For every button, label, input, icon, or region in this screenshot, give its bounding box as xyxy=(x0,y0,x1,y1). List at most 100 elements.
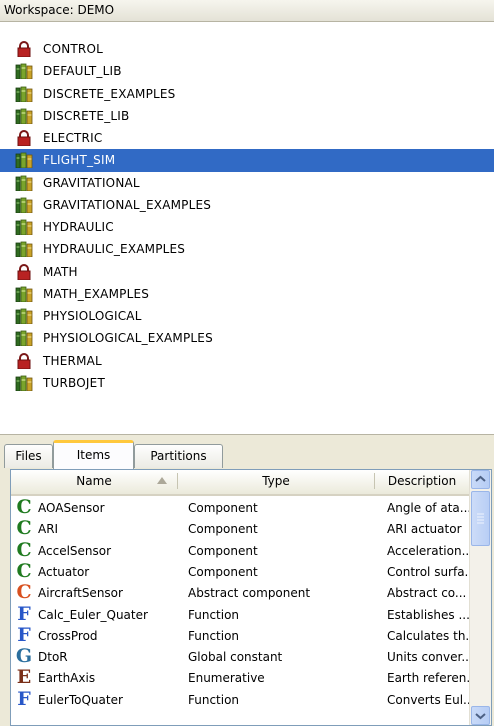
books-icon xyxy=(15,375,33,392)
library-item[interactable]: ELECTRIC xyxy=(0,127,494,149)
library-item-label: DISCRETE_EXAMPLES xyxy=(43,86,176,101)
component-icon: C xyxy=(16,559,32,582)
chevron-down-icon xyxy=(475,713,486,720)
tab-items[interactable]: Items xyxy=(53,440,134,470)
cell-name: Actuator xyxy=(38,564,90,579)
library-item[interactable]: GRAVITATIONAL xyxy=(0,172,494,194)
library-item-label: CONTROL xyxy=(43,42,103,56)
function-icon: F xyxy=(17,602,31,625)
cell-description: Earth referen... xyxy=(387,671,471,686)
library-item[interactable]: PHYSIOLOGICAL_EXAMPLES xyxy=(0,327,494,349)
library-item[interactable]: MATH_EXAMPLES xyxy=(0,283,494,305)
library-item[interactable]: FLIGHT_SIM xyxy=(0,149,494,172)
cell-description: Establishes ... xyxy=(387,607,470,622)
library-item-label: MATH_EXAMPLES xyxy=(43,286,150,301)
cell-name: EarthAxis xyxy=(38,671,96,686)
function-icon: F xyxy=(17,687,31,710)
lock-icon xyxy=(15,41,33,58)
books-icon xyxy=(15,175,33,191)
books-icon xyxy=(15,286,33,303)
abstract-component-icon: C xyxy=(16,581,32,604)
library-item[interactable]: HYDRAULIC_EXAMPLES xyxy=(0,238,494,260)
library-item[interactable]: GRAVITATIONAL_EXAMPLES xyxy=(0,194,494,216)
library-item-label: PHYSIOLOGICAL_EXAMPLES xyxy=(43,331,213,346)
library-item-label: DEFAULT_LIB xyxy=(43,64,122,79)
table-row[interactable]: F EulerToQuater Function Converts Eul... xyxy=(11,687,471,711)
library-list[interactable]: CONTROL DEFAULT_LIB DISCRETE_EXAMPLES DISCR… xyxy=(0,38,494,417)
library-item[interactable]: DISCRETE_EXAMPLES xyxy=(0,83,494,105)
scroll-thumb[interactable] xyxy=(471,491,490,546)
tab-items-label: Items xyxy=(76,448,111,462)
cell-type: Component xyxy=(188,564,258,579)
books-icon xyxy=(15,108,33,125)
table-row[interactable]: C Actuator Component Control surfa... xyxy=(11,559,471,583)
cell-type: Global constant xyxy=(188,650,283,665)
library-item[interactable]: MATH xyxy=(0,261,494,283)
books-icon xyxy=(15,152,33,169)
lock-icon xyxy=(15,130,33,147)
table-row[interactable]: C ARI Component ARI actuator xyxy=(11,517,469,540)
column-header-description[interactable]: Description xyxy=(375,470,469,492)
library-item[interactable]: DISCRETE_LIB xyxy=(0,105,494,127)
library-item-label: HYDRAULIC_EXAMPLES xyxy=(43,242,186,257)
library-item-label: FLIGHT_SIM xyxy=(43,153,116,168)
cell-type: Component xyxy=(188,501,258,515)
cell-name: EulerToQuater xyxy=(38,692,123,707)
vertical-scrollbar[interactable] xyxy=(469,470,491,725)
library-item-label: DISCRETE_LIB xyxy=(43,108,130,123)
tab-bar: Files Items Partitions xyxy=(0,440,494,470)
books-icon xyxy=(15,241,33,258)
cell-description: Control surfa... xyxy=(387,564,471,579)
library-item[interactable]: TURBOJET xyxy=(0,372,494,394)
column-header-type[interactable]: Type xyxy=(178,470,374,492)
scroll-down-button[interactable] xyxy=(471,706,490,725)
library-item-label: THERMAL xyxy=(43,353,102,368)
cell-description: Calculates th... xyxy=(387,628,471,643)
global-constant-icon: G xyxy=(15,645,33,668)
table-row[interactable]: G DtoR Global constant Units conver... xyxy=(11,645,471,668)
cell-name: ARI xyxy=(38,522,59,537)
books-icon xyxy=(15,308,33,325)
library-item-label: GRAVITATIONAL_EXAMPLES xyxy=(43,197,212,212)
table-row[interactable]: C AOASensor Component Angle of ata... xyxy=(11,496,471,519)
table-row[interactable]: C AircraftSensor Abstract component Abstrac… xyxy=(11,581,469,604)
cell-description: Converts Eul... xyxy=(387,692,471,707)
table-row[interactable]: C AccelSensor Component Acceleration... xyxy=(11,540,471,562)
column-header-row: Name Type Description xyxy=(11,470,469,496)
scroll-up-button[interactable] xyxy=(471,470,490,489)
cell-name: AccelSensor xyxy=(38,543,112,558)
cell-description: Acceleration... xyxy=(387,543,471,558)
library-item-label: GRAVITATIONAL xyxy=(43,175,140,190)
column-header-type-label: Type xyxy=(262,474,290,488)
library-item-label: MATH xyxy=(43,264,78,279)
library-item-label: PHYSIOLOGICAL xyxy=(43,309,142,323)
workspace-title: Workspace: DEMO xyxy=(4,3,115,17)
column-header-name[interactable]: Name xyxy=(11,470,177,492)
cell-name: DtoR xyxy=(38,650,68,665)
library-item[interactable]: DEFAULT_LIB xyxy=(0,60,494,82)
cell-type: Function xyxy=(188,607,240,622)
component-icon: C xyxy=(16,496,32,518)
component-icon: C xyxy=(16,517,32,540)
cell-description: Abstract co... xyxy=(387,586,467,601)
tab-files-label: Files xyxy=(15,449,42,463)
grip-icon xyxy=(477,513,484,524)
cell-type: Enumerative xyxy=(188,671,265,686)
cell-type: Abstract component xyxy=(188,586,311,601)
column-header-description-label: Description xyxy=(387,474,457,488)
table-row[interactable]: E EarthAxis Enumerative Earth referen... xyxy=(11,666,471,689)
enumerative-icon: E xyxy=(16,666,32,689)
chevron-up-icon xyxy=(475,475,486,482)
table-row[interactable]: F CrossProd Function Calculates th... xyxy=(11,625,471,647)
table-row[interactable]: F Calc_Euler_Quater Function Establishes ..… xyxy=(11,602,470,626)
library-item[interactable]: PHYSIOLOGICAL xyxy=(0,305,494,327)
tab-partitions-label: Partitions xyxy=(150,449,207,463)
library-item[interactable]: HYDRAULIC xyxy=(0,216,494,238)
books-icon xyxy=(15,86,33,102)
tab-files[interactable]: Files xyxy=(4,444,53,468)
cell-name: AOASensor xyxy=(38,501,105,515)
library-item[interactable]: CONTROL xyxy=(0,38,494,60)
library-item[interactable]: THERMAL xyxy=(0,350,494,372)
library-item-label: TURBOJET xyxy=(43,375,105,390)
tab-partitions[interactable]: Partitions xyxy=(134,444,223,468)
